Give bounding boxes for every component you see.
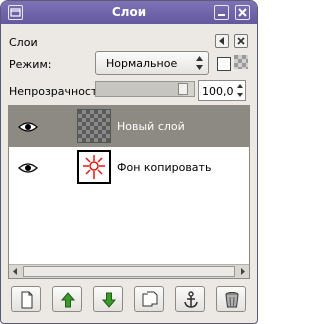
duplicate-layer-button[interactable]: [134, 286, 164, 312]
layer-thumbnail: [77, 109, 111, 143]
mode-label: Режим:: [9, 58, 52, 71]
up-down-arrows-icon: [196, 56, 203, 70]
duplicate-layer-icon: [142, 291, 158, 307]
red-sun-drawing-icon: [83, 155, 105, 179]
layers-window: Слои Слои Режим: Нормальное Непрозрачнос…: [0, 0, 258, 324]
lower-layer-button[interactable]: [93, 286, 123, 312]
eye-icon[interactable]: [18, 121, 38, 133]
triangle-left-icon: [219, 37, 224, 45]
panel-title: Слои: [9, 36, 38, 49]
mode-select[interactable]: Нормальное: [95, 51, 209, 75]
layer-row[interactable]: Новый слой: [9, 106, 249, 147]
horizontal-scrollbar[interactable]: [9, 264, 249, 278]
layer-list: Новый слой Фон копировать: [8, 105, 250, 279]
opacity-slider-fill: [96, 82, 183, 96]
close-button[interactable]: [235, 5, 250, 20]
raise-layer-icon: [60, 292, 76, 308]
layer-row[interactable]: Фон копировать: [9, 147, 249, 188]
new-layer-icon: [21, 291, 33, 309]
raise-layer-button[interactable]: [52, 286, 82, 312]
minimize-icon: [218, 14, 225, 16]
panel-menu-button[interactable]: [215, 34, 229, 48]
new-layer-button[interactable]: [11, 286, 41, 312]
preserve-transparency-checkbox[interactable]: [217, 57, 231, 71]
mode-value: Нормальное: [106, 57, 178, 70]
scroll-right-icon[interactable]: [236, 265, 249, 278]
spin-arrows-icon: [237, 84, 243, 97]
lock-alpha-icon: [234, 55, 248, 69]
title-bar[interactable]: Слои: [1, 1, 257, 24]
layer-thumbnail: [77, 150, 111, 184]
scrollbar-thumb[interactable]: [23, 266, 235, 277]
anchor-icon: [184, 291, 198, 308]
opacity-slider[interactable]: [95, 81, 195, 97]
anchor-layer-button[interactable]: [175, 286, 205, 312]
eye-icon[interactable]: [18, 162, 38, 174]
opacity-value: 100,0: [202, 85, 234, 98]
layer-name: Фон копировать: [117, 161, 212, 174]
opacity-slider-handle[interactable]: [178, 83, 188, 95]
minimize-button[interactable]: [214, 5, 229, 20]
close-icon: [238, 8, 247, 17]
lower-layer-icon: [101, 292, 117, 308]
panel-close-button[interactable]: [234, 34, 248, 48]
scroll-left-icon[interactable]: [9, 265, 22, 278]
layer-name: Новый слой: [117, 120, 185, 133]
trash-icon: [225, 292, 239, 308]
delete-layer-button[interactable]: [216, 286, 246, 312]
close-icon: [237, 37, 245, 45]
opacity-spinbutton[interactable]: 100,0: [198, 80, 246, 101]
opacity-label: Непрозрачность:: [9, 85, 108, 98]
